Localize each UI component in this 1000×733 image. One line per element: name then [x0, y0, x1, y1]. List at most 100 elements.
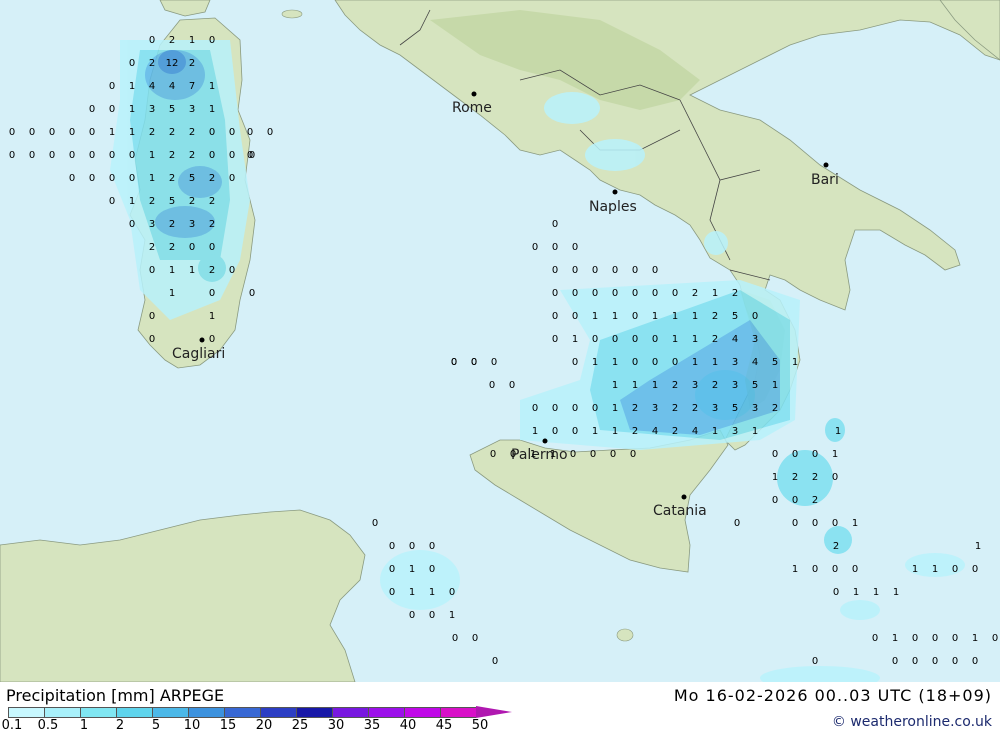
island-malta: [616, 628, 634, 642]
legend-swatch: [404, 707, 440, 718]
precip-value: 1: [912, 564, 918, 575]
legend-swatch: [440, 707, 476, 718]
precip-value: 1: [129, 196, 135, 207]
precip-value: 1: [149, 173, 155, 184]
legend-swatch: [296, 707, 332, 718]
city-label-catania: Catania: [653, 503, 707, 519]
precip-value: 0: [129, 219, 135, 230]
precip-value: 0: [590, 449, 596, 460]
precip-value: 1: [129, 127, 135, 138]
precip-value: 2: [692, 288, 698, 299]
precip-value: 0: [632, 265, 638, 276]
precip-value: 0: [89, 150, 95, 161]
legend-label: 25: [291, 718, 309, 733]
legend-swatch: [8, 707, 44, 718]
precip-value: 0: [49, 127, 55, 138]
precip-value: 2: [209, 219, 215, 230]
precip-value: 0: [612, 334, 618, 345]
precip-value: 0: [209, 334, 215, 345]
precip-value: 1: [612, 426, 618, 437]
precip-value: 1: [612, 357, 618, 368]
precip-value: 3: [732, 357, 738, 368]
precip-value: 2: [169, 35, 175, 46]
precip-value: 0: [449, 587, 455, 598]
precip-value: 0: [612, 265, 618, 276]
precip-value: 0: [429, 541, 435, 552]
precip-value: 0: [409, 610, 415, 621]
precip-value: 1: [712, 288, 718, 299]
precip-value: 0: [89, 173, 95, 184]
precip-value: 0: [752, 311, 758, 322]
precip-value: 2: [149, 242, 155, 253]
legend-label: 1: [79, 718, 89, 733]
precip-value: 3: [149, 104, 155, 115]
precip-value: 2: [833, 541, 839, 552]
legend-label: 45: [435, 718, 453, 733]
precip-value: 0: [129, 150, 135, 161]
precip-value: 2: [149, 196, 155, 207]
precip-value: 3: [189, 104, 195, 115]
legend-label: 50: [471, 718, 489, 733]
precip-value: 5: [169, 196, 175, 207]
precip-value: 0: [612, 288, 618, 299]
legend-label: 5: [151, 718, 161, 733]
precip-value: 0: [29, 127, 35, 138]
precip-value: 0: [372, 518, 378, 529]
precip-value: 1: [853, 587, 859, 598]
precip-value: 0: [952, 564, 958, 575]
precip-value: 3: [652, 403, 658, 414]
legend-swatch: [44, 707, 80, 718]
precip-value: 1: [873, 587, 879, 598]
precip-value: 5: [189, 173, 195, 184]
precip-value: 2: [209, 265, 215, 276]
precip-value: 2: [672, 380, 678, 391]
precip-value: 1: [532, 426, 538, 437]
precip-value: 1: [712, 426, 718, 437]
precip-value: 0: [49, 150, 55, 161]
precip-value: 0: [832, 518, 838, 529]
city-label-bari: Bari: [811, 172, 839, 188]
precip-value: 0: [792, 449, 798, 460]
city-dot-catania: [681, 494, 687, 500]
precip-value: 1: [429, 587, 435, 598]
precip-value: 1: [612, 403, 618, 414]
precip-value: 1: [409, 564, 415, 575]
precip-value: 0: [109, 196, 115, 207]
precip-value: 2: [792, 472, 798, 483]
precip-value: 3: [732, 426, 738, 437]
credit-link[interactable]: © weatheronline.co.uk: [832, 714, 992, 730]
precip-value: 5: [169, 104, 175, 115]
precip-value: 0: [572, 357, 578, 368]
legend-label: 15: [219, 718, 237, 733]
precip-value: 1: [550, 449, 556, 460]
precip-value: 2: [169, 173, 175, 184]
precip-value: 1: [692, 357, 698, 368]
precip-value: 1: [772, 380, 778, 391]
precip-value: 1: [792, 357, 798, 368]
precip-value: 3: [732, 380, 738, 391]
precip-value: 0: [209, 242, 215, 253]
precip-value: 2: [712, 311, 718, 322]
precip-value: 0: [69, 150, 75, 161]
precip-value: 0: [267, 127, 273, 138]
precip-value: 0: [972, 656, 978, 667]
precip-value: 2: [169, 127, 175, 138]
precip-value: 1: [169, 288, 175, 299]
precip-value: 0: [812, 564, 818, 575]
precip-value: 0: [652, 288, 658, 299]
precip-value: 1: [692, 311, 698, 322]
precip-value: 4: [692, 426, 698, 437]
legend-label: 20: [255, 718, 273, 733]
precip-value: 0: [992, 633, 998, 644]
precip-value: 0: [229, 173, 235, 184]
precip-value: 0: [149, 334, 155, 345]
precip-value: 1: [692, 334, 698, 345]
precip-value: 0: [552, 403, 558, 414]
legend-swatch: [152, 707, 188, 718]
precip-value: 1: [672, 334, 678, 345]
legend-label: 10: [183, 718, 201, 733]
precip-value: 0: [89, 104, 95, 115]
precip-value: 2: [189, 196, 195, 207]
precip-value: 0: [652, 265, 658, 276]
precip-value: 2: [149, 58, 155, 69]
